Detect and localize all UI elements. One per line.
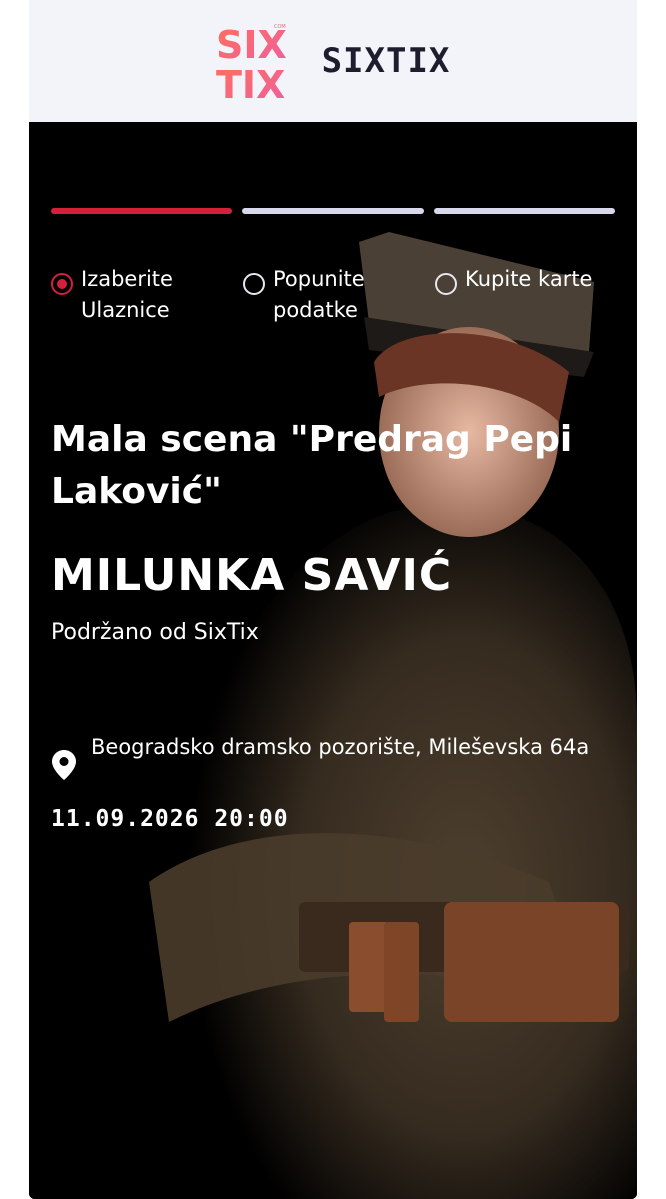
checkout-progress — [51, 208, 615, 214]
progress-segment-2 — [242, 208, 424, 214]
step-radio-icon — [243, 273, 265, 295]
event-venue[interactable]: Beogradsko dramsko pozorište, Mileševska… — [51, 732, 591, 780]
header: SIX TIX COM SIXTIX — [29, 0, 637, 123]
step-buy-tickets[interactable]: Kupite karte — [435, 264, 592, 295]
progress-segment-3 — [433, 208, 615, 214]
step-label: Kupite karte — [465, 267, 593, 291]
step-radio-icon — [435, 273, 457, 295]
progress-segment-1 — [51, 208, 233, 214]
step-label: Popunite podatke — [273, 267, 365, 322]
venue-text: Beogradsko dramsko pozorište, Mileševska… — [91, 735, 590, 759]
supported-by: Podržano od SixTix — [51, 620, 259, 645]
event-card: SIX TIX COM SIXTIX Izaberite Ulaznice Po… — [29, 0, 637, 1199]
map-pin-icon — [52, 750, 76, 780]
checkout-steps: Izaberite Ulaznice Popunite podatke Kupi… — [51, 264, 615, 334]
event-title: Mala scena "Predrag Pepi Laković" — [51, 419, 573, 512]
event-datetime: 11.09.2026 20:00 — [51, 806, 289, 832]
step-fill-details[interactable]: Popunite podatke — [243, 264, 365, 326]
logo-bottom-text: TIX — [216, 63, 285, 100]
logo-small-text: COM — [274, 24, 286, 30]
step-label: Izaberite Ulaznice — [81, 267, 173, 322]
step-active-radio-icon — [51, 273, 73, 295]
event-headliner: MILUNKA SAVIĆ — [51, 550, 453, 601]
brand-name: SIXTIX — [321, 41, 451, 81]
step-select-tickets[interactable]: Izaberite Ulaznice — [51, 264, 173, 326]
event-hero: Izaberite Ulaznice Popunite podatke Kupi… — [29, 122, 637, 1199]
sixtix-logo[interactable]: SIX TIX COM — [216, 22, 286, 100]
